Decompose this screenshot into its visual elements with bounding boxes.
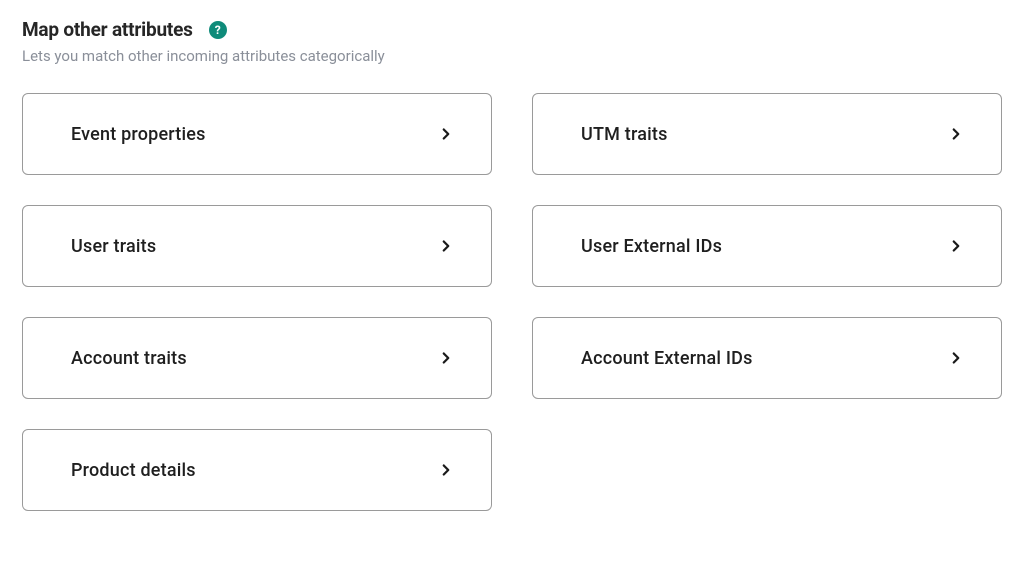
chevron-right-icon [437,461,455,479]
help-icon[interactable]: ? [209,21,227,39]
card-label: Event properties [71,124,206,145]
chevron-right-icon [947,125,965,143]
card-utm-traits[interactable]: UTM traits [532,93,1002,175]
section-subtitle: Lets you match other incoming attributes… [22,47,1002,65]
card-event-properties[interactable]: Event properties [22,93,492,175]
empty-cell [532,429,1002,511]
card-account-external-ids[interactable]: Account External IDs [532,317,1002,399]
chevron-right-icon [437,349,455,367]
chevron-right-icon [437,125,455,143]
chevron-right-icon [947,349,965,367]
chevron-right-icon [437,237,455,255]
card-label: User traits [71,236,156,257]
attribute-cards-grid: Event properties UTM traits User traits … [22,93,1002,511]
card-label: UTM traits [581,124,668,145]
chevron-right-icon [947,237,965,255]
card-user-external-ids[interactable]: User External IDs [532,205,1002,287]
section-title: Map other attributes [22,18,193,41]
card-user-traits[interactable]: User traits [22,205,492,287]
card-account-traits[interactable]: Account traits [22,317,492,399]
card-label: Account traits [71,348,187,369]
card-label: Product details [71,460,196,481]
card-label: User External IDs [581,236,722,257]
card-label: Account External IDs [581,348,753,369]
card-product-details[interactable]: Product details [22,429,492,511]
